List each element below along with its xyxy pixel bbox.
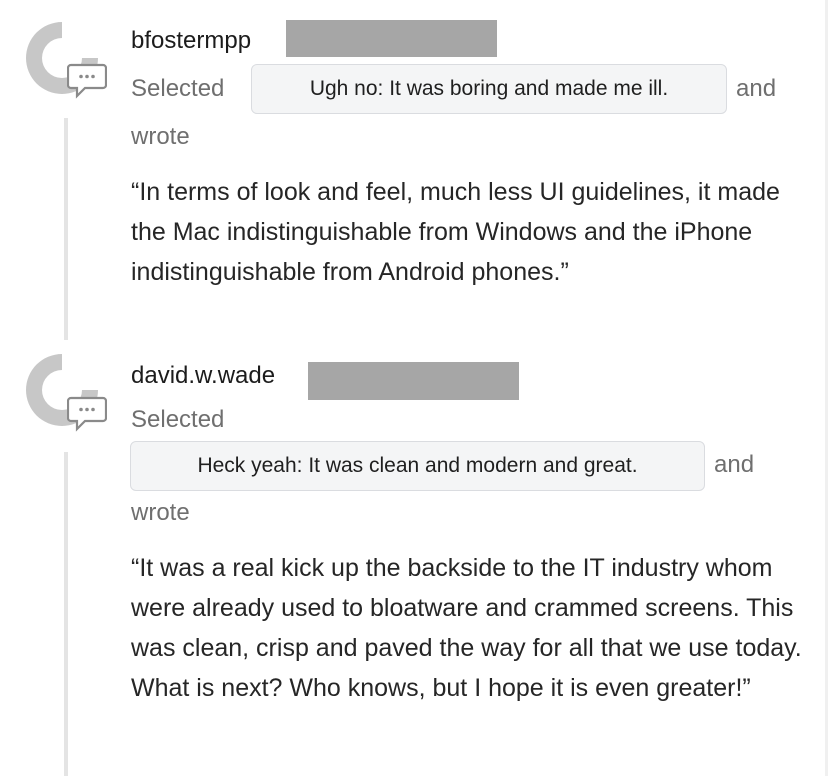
selected-label: Selected xyxy=(131,75,225,102)
timeline-line xyxy=(64,452,68,776)
speech-bubble-icon xyxy=(67,63,107,99)
and-label: and xyxy=(714,451,755,478)
speech-bubble-icon xyxy=(67,396,107,432)
and-label: and xyxy=(736,75,777,102)
wrote-label: wrote xyxy=(131,123,190,150)
comment-quote: “In terms of look and feel, much less UI… xyxy=(131,178,780,286)
comment-author[interactable]: bfostermpp xyxy=(131,27,251,55)
selected-label: Selected xyxy=(131,406,225,433)
wrote-label: wrote xyxy=(131,499,190,526)
poll-choice-chip[interactable]: Ugh no: It was boring and made me ill. xyxy=(251,64,727,114)
comment-quote: “It was a real kick up the backside to t… xyxy=(131,554,802,702)
comment-author[interactable]: david.w.wade xyxy=(131,362,275,390)
redacted-block xyxy=(308,362,519,400)
poll-choice-chip[interactable]: Heck yeah: It was clean and modern and g… xyxy=(130,441,705,491)
redacted-block xyxy=(286,20,497,57)
timeline-line xyxy=(64,118,68,340)
